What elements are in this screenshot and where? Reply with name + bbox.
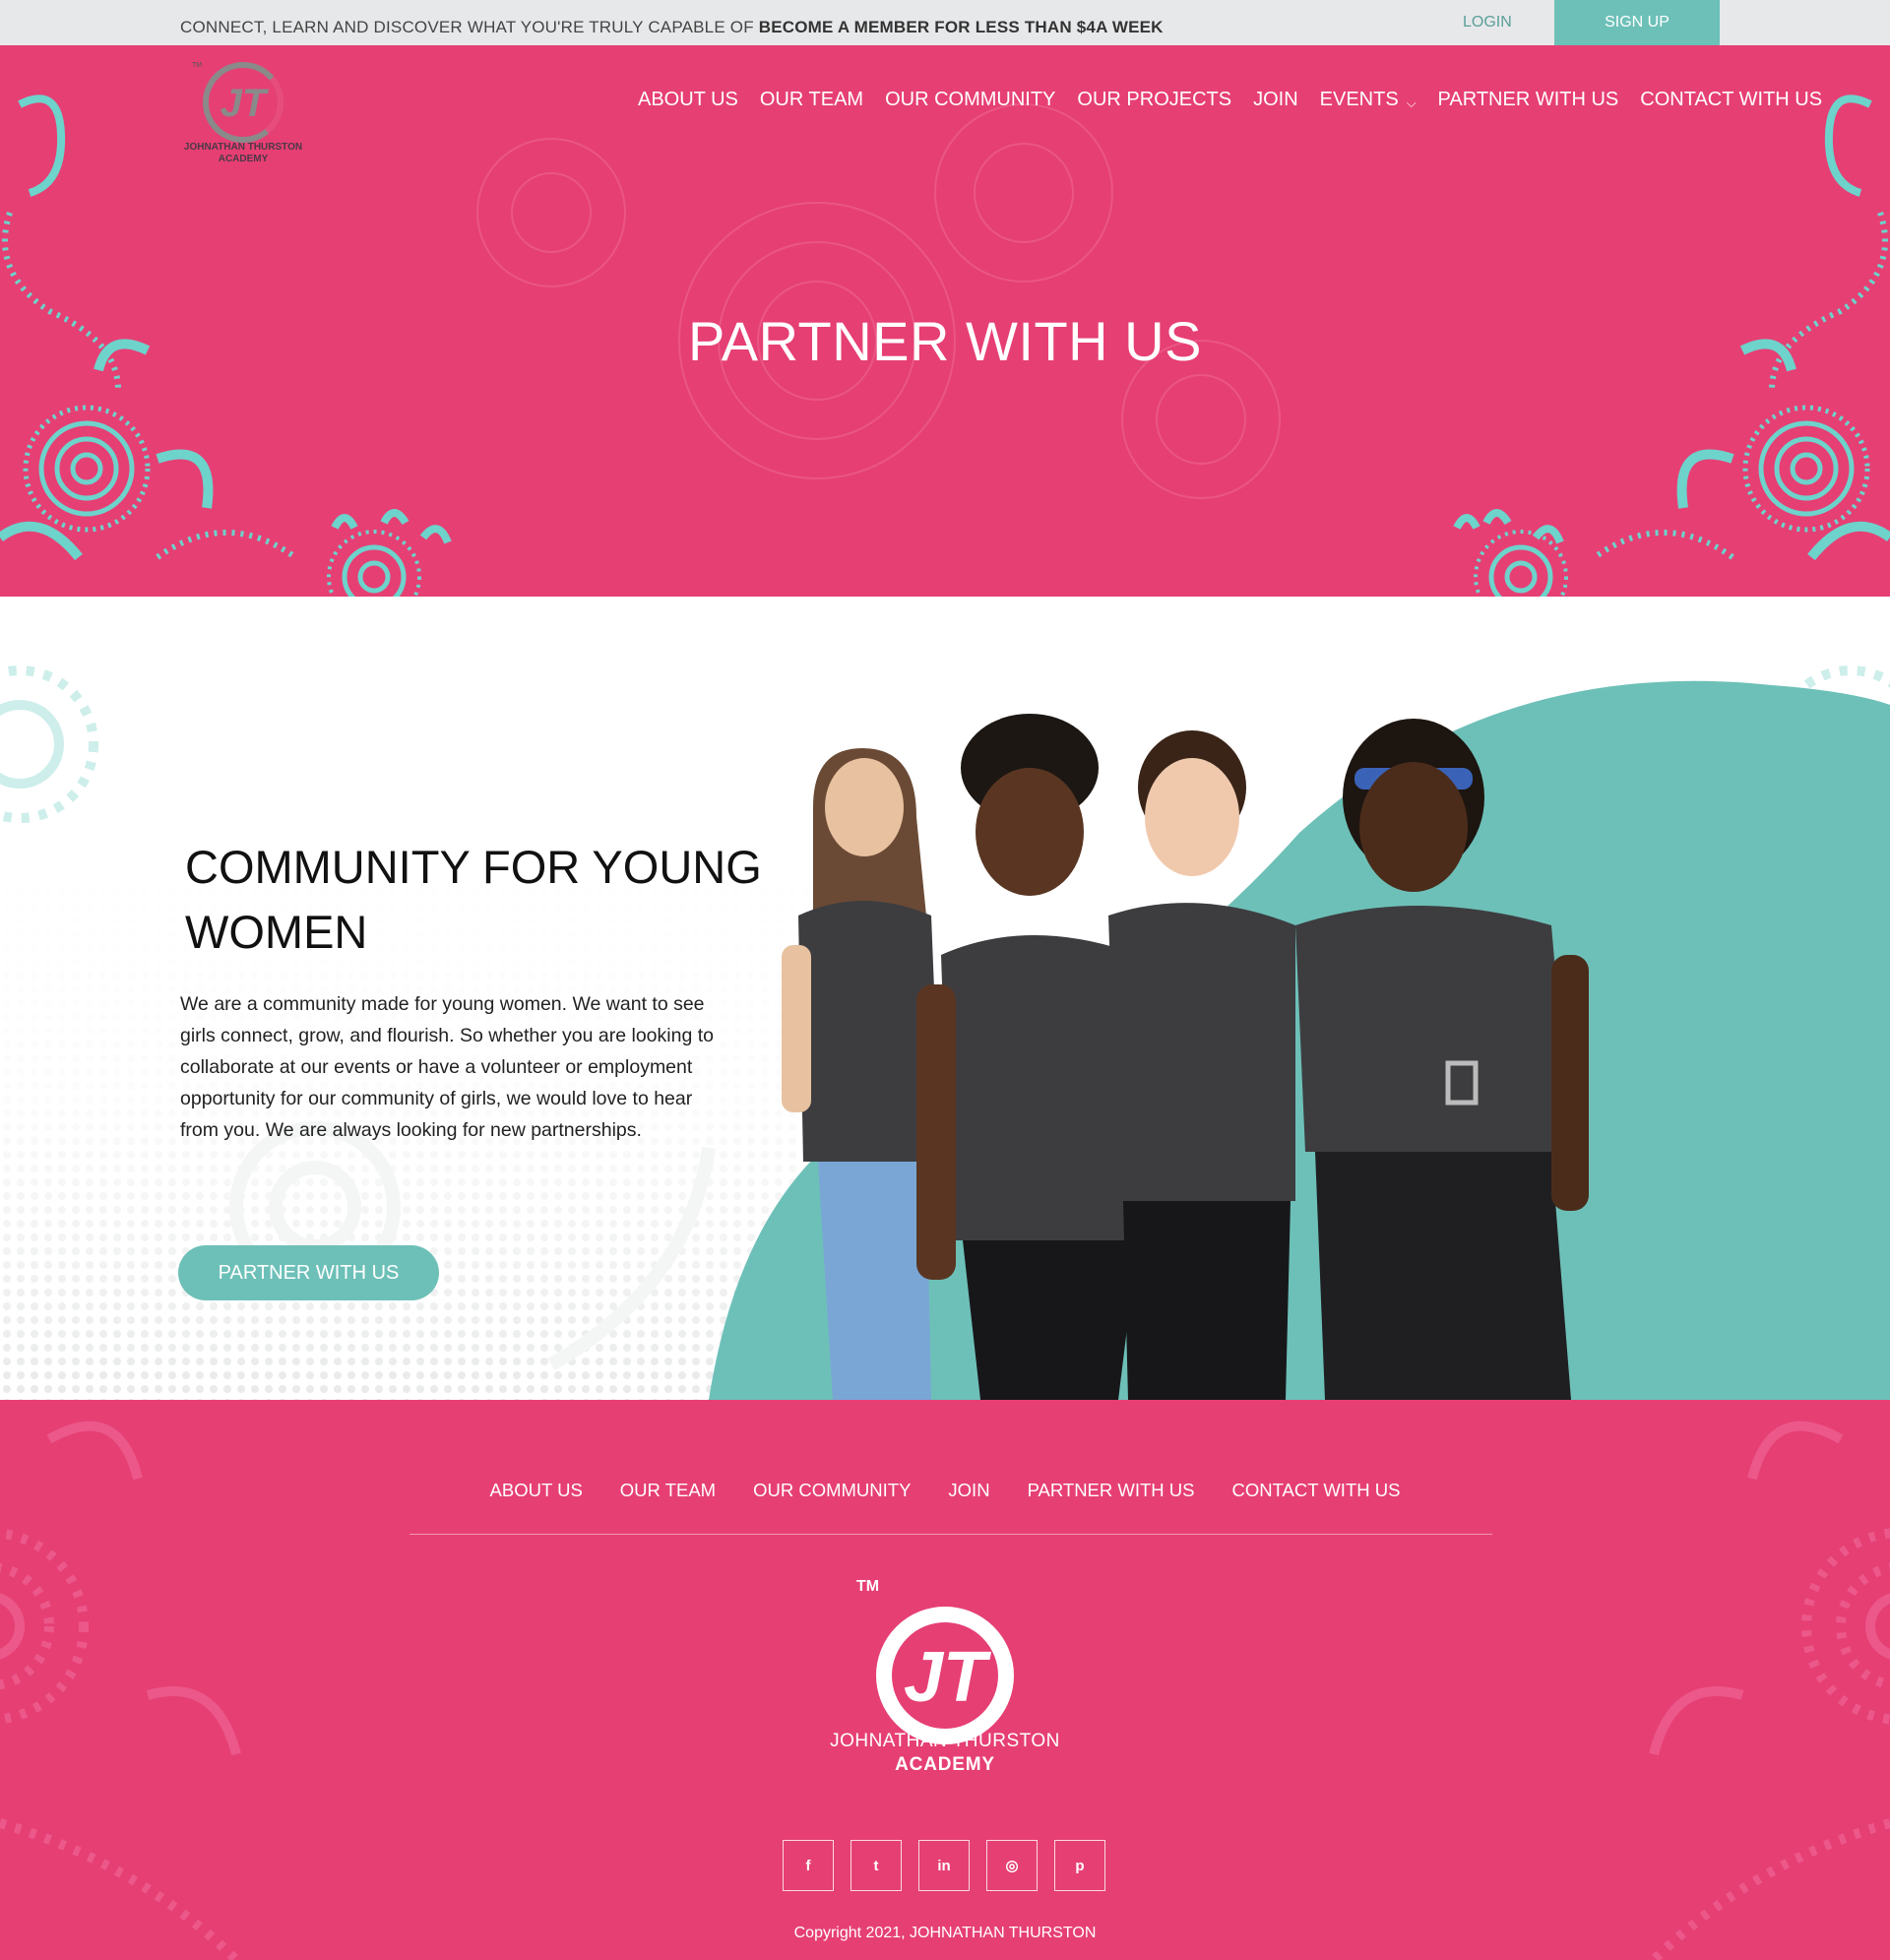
community-section: COMMUNITY FOR YOUNG WOMEN We are a commu… [0,597,1890,1400]
footer-nav-our-community[interactable]: OUR COMMUNITY [753,1480,911,1501]
page-title: PARTNER WITH US [688,310,1202,372]
copyright-text: Copyright 2021, JOHNATHAN THURSTON [793,1925,1097,1941]
person-figure-4 [1295,719,1589,1400]
pinterest-icon[interactable]: p [1054,1840,1105,1891]
footer-nav-about-us[interactable]: ABOUT US [490,1480,583,1501]
nav-our-community[interactable]: OUR COMMUNITY [885,89,1055,111]
nav-contact-with-us[interactable]: CONTACT WITH US [1640,89,1822,111]
footer-logo-subname: ACADEMY [895,1754,995,1775]
login-link[interactable]: LOGIN [1463,14,1512,32]
footer-logo-monogram: JT [904,1638,992,1717]
nav-events[interactable]: EVENTS ⌵ [1320,89,1417,111]
logo-monogram: JT [220,82,270,125]
person-figure-3 [1108,730,1295,1400]
facebook-icon[interactable]: f [783,1840,834,1891]
nav-join[interactable]: JOIN [1253,89,1298,111]
site-footer: ABOUT US OUR TEAM OUR COMMUNITY JOIN PAR… [0,1400,1890,1960]
logo-tm: TM [192,62,202,69]
footer-nav-our-team[interactable]: OUR TEAM [620,1480,716,1501]
logo-wordmark: JOHNATHAN THURSTON ACADEMY [180,142,306,165]
section-description: We are a community made for young women.… [180,993,714,1141]
hero-banner: JT TM JOHNATHAN THURSTON ACADEMY ABOUT U… [0,45,1890,597]
instagram-icon[interactable]: ◎ [986,1840,1038,1891]
footer-logo-tm: TM [856,1578,879,1595]
topbar-tagline-text: CONNECT, LEARN AND DISCOVER WHAT YOU'RE … [180,18,754,36]
site-logo[interactable]: JT TM JOHNATHAN THURSTON ACADEMY [180,57,306,173]
twitter-icon[interactable]: t [850,1840,902,1891]
topbar-tagline: CONNECT, LEARN AND DISCOVER WHAT YOU'RE … [180,18,1164,37]
chevron-down-icon: ⌵ [1406,95,1417,110]
nav-our-projects[interactable]: OUR PROJECTS [1077,89,1231,111]
footer-navigation: ABOUT US OUR TEAM OUR COMMUNITY JOIN PAR… [0,1480,1890,1501]
main-navigation: ABOUT US OUR TEAM OUR COMMUNITY OUR PROJ… [638,89,1822,111]
nav-our-team[interactable]: OUR TEAM [760,89,863,111]
jt-logo-icon: JT TM [192,62,284,143]
footer-nav-partner-with-us[interactable]: PARTNER WITH US [1028,1480,1195,1501]
partner-with-us-button[interactable]: PARTNER WITH US [178,1245,439,1300]
nav-about-us[interactable]: ABOUT US [638,89,738,111]
section-title: COMMUNITY FOR YOUNG WOMEN [185,841,762,958]
social-links: f t in ◎ p [783,1840,1105,1891]
topbar-membership-offer: BECOME A MEMBER FOR LESS THAN $4A WEEK [758,18,1164,36]
top-announcement-bar: CONNECT, LEARN AND DISCOVER WHAT YOU'RE … [0,0,1890,45]
linkedin-icon[interactable]: in [918,1840,970,1891]
group-photo-image [782,714,1589,1400]
nav-events-label: EVENTS [1319,89,1399,110]
footer-divider [410,1534,1492,1535]
footer-logo-name: JOHNATHAN THURSTON [830,1731,1060,1751]
signup-button[interactable]: SIGN UP [1554,0,1720,45]
footer-nav-join[interactable]: JOIN [948,1480,989,1501]
logo-name-line1: JOHNATHAN THURSTON [183,142,303,153]
nav-partner-with-us[interactable]: PARTNER WITH US [1438,89,1619,111]
logo-name-line2: ACADEMY [218,154,269,164]
footer-nav-contact-with-us[interactable]: CONTACT WITH US [1232,1480,1401,1501]
